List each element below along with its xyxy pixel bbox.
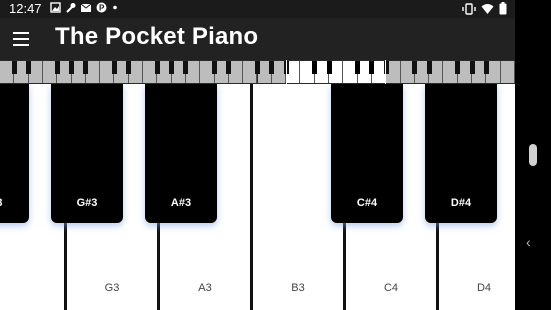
overview-black-key <box>226 61 232 74</box>
piano-keyboard: G3A3B3C4D4E4F#3G#3A#3C#4D#4 <box>0 84 515 310</box>
overview-black-key <box>126 61 132 74</box>
white-key-label: A3 <box>198 282 212 294</box>
black-key[interactable]: D#4 <box>425 84 497 223</box>
overview-black-key <box>255 61 260 74</box>
image-icon <box>50 2 61 13</box>
overview-black-key <box>54 61 60 74</box>
overview-black-key <box>469 61 475 74</box>
black-key[interactable]: C#4 <box>331 84 403 223</box>
black-key-label: D#4 <box>450 197 472 209</box>
black-key-label: A#3 <box>170 197 192 209</box>
black-key-label: G#3 <box>76 197 98 209</box>
overview-black-key <box>483 61 489 74</box>
app-bar: The Pocket Piano <box>0 18 515 60</box>
black-key-label: F#3 <box>0 197 29 209</box>
overview-black-key <box>111 61 117 74</box>
overview-black-key <box>426 61 432 74</box>
black-key[interactable]: F#3 <box>0 84 29 223</box>
status-system-icons <box>462 2 507 15</box>
keyboard-overview[interactable] <box>0 60 515 84</box>
overview-black-key <box>169 61 175 74</box>
app-title: The Pocket Piano <box>55 23 259 50</box>
mail-icon <box>80 3 92 12</box>
overview-black-key <box>412 61 418 74</box>
pocket-icon: P <box>96 2 107 13</box>
white-key-label: G3 <box>104 282 120 294</box>
overview-viewport[interactable] <box>286 60 387 84</box>
vibrate-icon <box>462 2 476 15</box>
dot-icon <box>113 5 117 10</box>
back-icon[interactable]: ‹ <box>526 234 531 250</box>
black-key-label: C#4 <box>356 197 378 209</box>
svg-text:P: P <box>99 4 105 13</box>
black-key[interactable]: G#3 <box>51 84 123 223</box>
status-time: 12:47 <box>9 1 42 16</box>
menu-icon[interactable] <box>13 32 29 46</box>
white-key-label: D4 <box>476 282 492 294</box>
overview-black-key <box>11 61 17 74</box>
home-pill-icon[interactable] <box>529 144 537 166</box>
overview-black-key <box>269 61 275 74</box>
navigation-bar: ‹ <box>515 0 551 310</box>
battery-icon <box>499 2 507 15</box>
white-key-label: C4 <box>383 282 399 294</box>
overview-black-key <box>83 61 89 74</box>
overview-white-key <box>500 61 515 83</box>
wrench-icon <box>66 3 76 13</box>
overview-black-key <box>154 61 160 74</box>
white-key-label: B3 <box>291 282 305 294</box>
overview-black-key <box>26 61 32 74</box>
overview-black-key <box>183 61 189 74</box>
overview-black-key <box>69 61 75 74</box>
status-bar: 12:47 P <box>0 0 515 18</box>
status-notification-icons: P <box>50 2 119 13</box>
black-key[interactable]: A#3 <box>145 84 217 223</box>
wifi-icon <box>481 3 494 14</box>
overview-black-key <box>212 61 218 74</box>
overview-black-key <box>455 61 461 74</box>
